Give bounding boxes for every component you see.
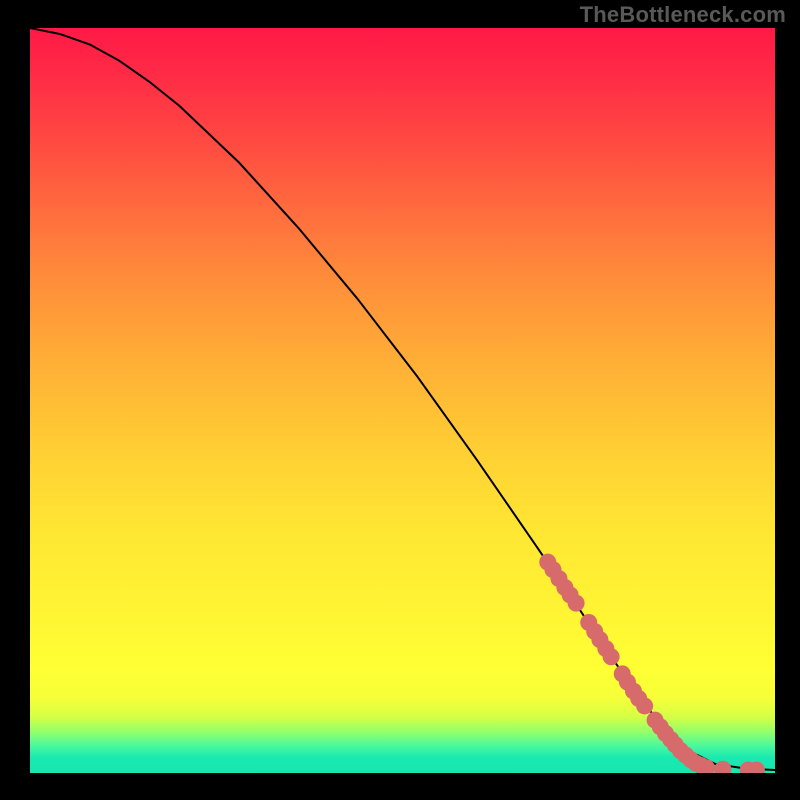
watermark-text: TheBottleneck.com: [580, 2, 786, 28]
curve-line: [30, 28, 775, 770]
marker-dot: [636, 697, 653, 714]
marker-dot: [568, 595, 585, 612]
marker-dot: [714, 761, 731, 773]
plot-area: [30, 28, 775, 773]
chart-svg: [30, 28, 775, 773]
marker-group: [539, 554, 765, 773]
chart-frame: TheBottleneck.com: [0, 0, 800, 800]
marker-dot: [603, 648, 620, 665]
